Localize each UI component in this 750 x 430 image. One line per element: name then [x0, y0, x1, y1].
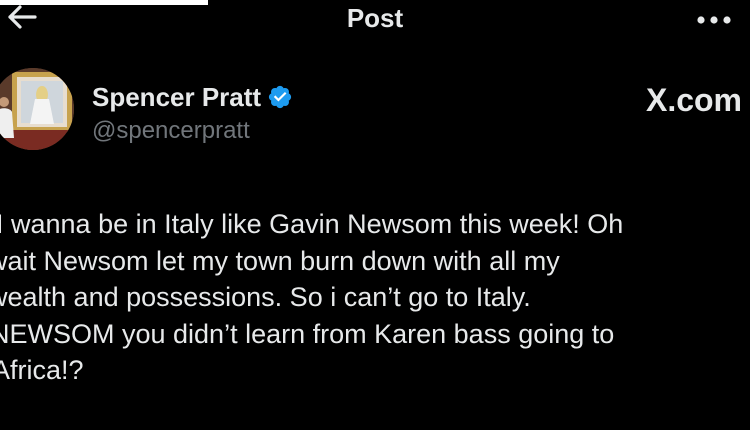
tweet-line: I wanna be in Italy like Gavin Newsom th…	[0, 209, 624, 239]
source-label: X.com	[645, 82, 742, 118]
verified-badge-icon	[268, 85, 292, 109]
author-display-name[interactable]: Spencer Pratt	[92, 81, 261, 113]
author-handle[interactable]: @spencerpratt	[92, 116, 250, 146]
more-horizontal-icon	[697, 16, 731, 24]
page-title: Post	[346, 3, 404, 33]
tweet-line: wait Newsom let my town burn down with a…	[0, 245, 560, 276]
tweet-line: NEWSOM you didn’t learn from Karen bass …	[0, 318, 615, 349]
profile-photo	[0, 68, 74, 150]
avatar[interactable]	[0, 68, 74, 150]
more-options-button[interactable]	[692, 4, 736, 32]
author-name-row: Spencer Pratt	[92, 80, 293, 114]
tweet-text: I wanna be in Italy like Gavin Newsom th…	[0, 206, 750, 389]
source-watermark: X.com	[646, 80, 742, 120]
post-header: Post	[0, 0, 750, 40]
tweet-line: Africa!?	[0, 355, 84, 386]
tweet-line: wealth and possessions. So i can’t go to…	[0, 282, 531, 313]
